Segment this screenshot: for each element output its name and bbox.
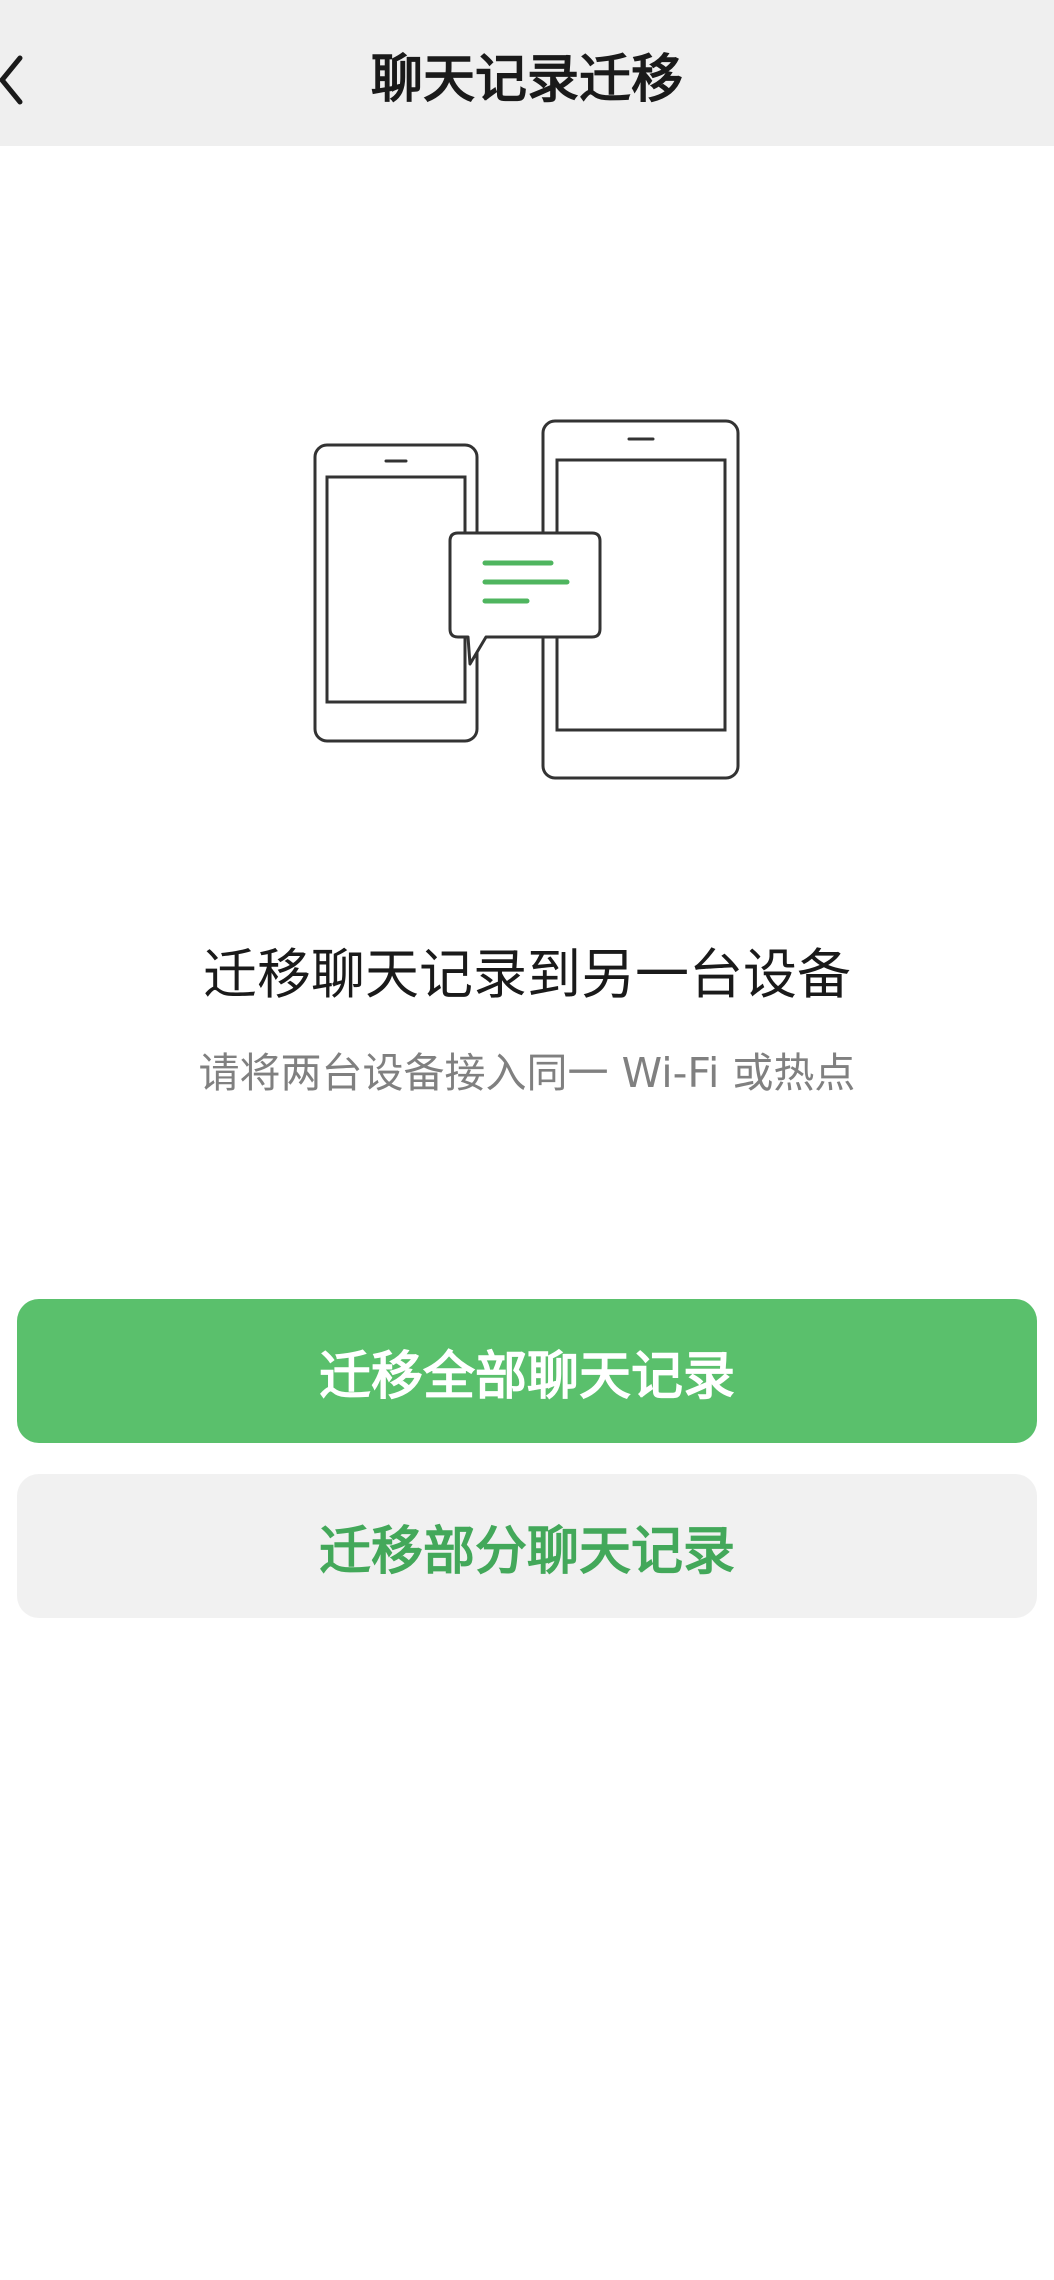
- migrate-all-button[interactable]: 迁移全部聊天记录: [17, 1299, 1037, 1443]
- page-title: 聊天记录迁移: [370, 50, 683, 110]
- instruction-text: 请将两台设备接入同一 Wi-Fi 或热点: [198, 1049, 856, 1097]
- main-heading: 迁移聊天记录到另一台设备: [203, 943, 851, 1006]
- migrate-partial-button[interactable]: 迁移部分聊天记录: [17, 1474, 1037, 1618]
- top-bar: 聊天记录迁移: [0, 0, 1054, 146]
- phone-to-tablet-transfer-icon: [305, 410, 755, 790]
